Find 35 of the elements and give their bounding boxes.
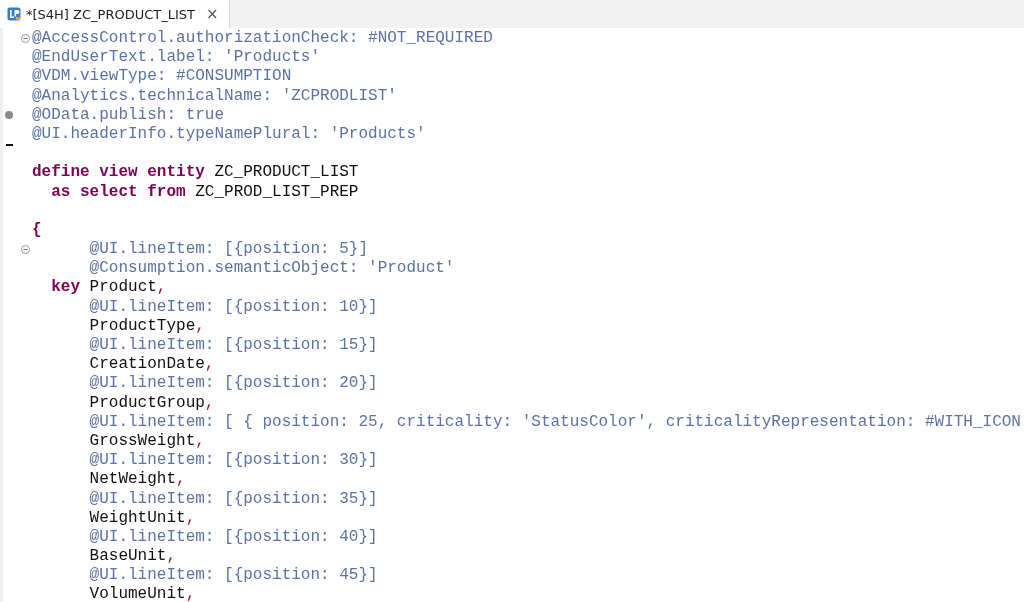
collapse-icon[interactable] xyxy=(21,34,30,44)
code-line: key Product, xyxy=(50,278,167,298)
code-line: @UI.lineItem: [{position: 35}] xyxy=(88,489,378,509)
code-line: @UI.lineItem: [{position: 45}] xyxy=(88,566,378,586)
code-line: @UI.lineItem: [{position: 30}] xyxy=(88,451,378,471)
code-line: @UI.lineItem: [{position: 5}] xyxy=(88,240,369,260)
close-button[interactable]: × xyxy=(204,5,221,23)
code-line: VolumeUnit, xyxy=(88,585,196,602)
code-line: WeightUnit, xyxy=(88,508,196,528)
code-line: ProductGroup, xyxy=(88,393,215,413)
code-line: @UI.lineItem: [{position: 15}] xyxy=(88,336,378,356)
code-line: @OData.publish: true xyxy=(32,105,225,125)
bookmark-icon xyxy=(5,111,13,120)
code-line: { xyxy=(32,220,42,241)
code-line: @UI.lineItem: [{position: 10}] xyxy=(88,297,378,317)
code-line: BaseUnit, xyxy=(88,547,177,567)
cursor-mark xyxy=(6,144,13,147)
code-line: @UI.lineItem: [{position: 40}] xyxy=(88,527,378,548)
code-line: @Analytics.technicalName: 'ZCPRODLIST' xyxy=(32,86,397,106)
code-line: @UI.lineItem: [ { position: 25, criticality: 'StatusColor', criticalityRepresentation: #WITH_ICON xyxy=(88,412,1021,432)
code-line: @Consumption.semanticObject: 'Product' xyxy=(88,259,455,279)
code-line: NetWeight, xyxy=(88,470,186,490)
code-line: @AccessControl.authorizationCheck: #NOT_REQUIRED xyxy=(32,29,493,49)
code-line: GrossWeight, xyxy=(88,431,205,452)
code-line: @UI.headerInfo.typeNamePlural: 'Products' xyxy=(32,124,426,145)
code-line: CreationDate, xyxy=(88,355,215,375)
code-line: ProductType, xyxy=(88,316,205,336)
collapse-icon[interactable] xyxy=(21,245,30,255)
code-line: as select from ZC_PROD_LIST_PREP xyxy=(50,182,359,202)
code-line: @VDM.viewType: #CONSUMPTION xyxy=(32,67,292,87)
code-line: @EndUserText.label: 'Products' xyxy=(32,48,321,68)
code-line: define view entity ZC_PRODUCT_LIST xyxy=(32,163,359,183)
editor-tab[interactable]: *[S4H] ZC_PRODUCT_LIST × xyxy=(0,0,230,28)
code-line: @UI.lineItem: [{position: 20}] xyxy=(88,374,378,394)
file-icon xyxy=(7,7,21,21)
